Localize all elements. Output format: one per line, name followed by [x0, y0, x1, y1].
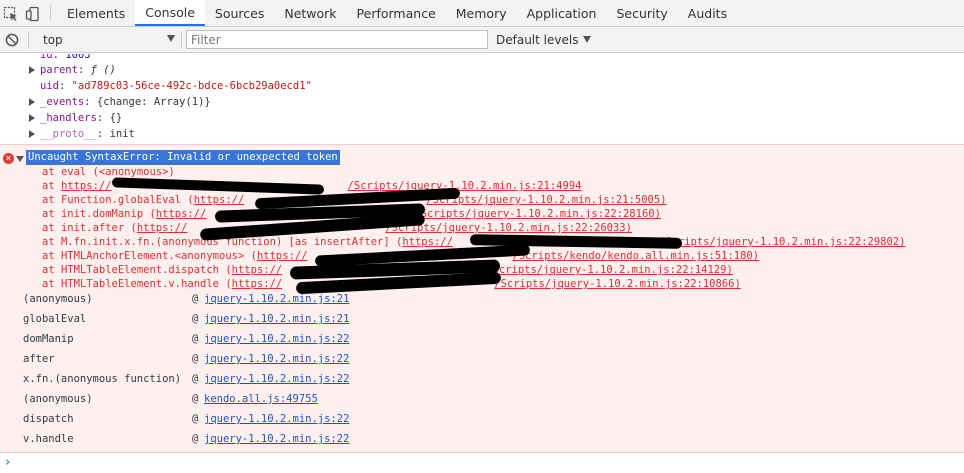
call-frame-link[interactable]: kendo.all.js:49755 [204, 389, 318, 409]
call-frame-link[interactable]: jquery-1.10.2.min.js:22 [204, 349, 349, 369]
context-selector-value: top [43, 32, 63, 47]
console-prompt[interactable]: › [5, 455, 10, 471]
property-parent[interactable]: parent: ƒ () [40, 62, 116, 78]
expand-arrow-icon[interactable] [29, 130, 35, 138]
call-frame-at: @ [192, 413, 199, 425]
expand-arrow-icon[interactable] [29, 114, 35, 122]
console-output[interactable]: id: 1003 parent: ƒ () uid: "ad789c03-56c… [0, 54, 964, 473]
property-proto[interactable]: __proto__: init [40, 126, 135, 142]
tab-memory[interactable]: Memory [446, 0, 517, 26]
call-frame-name: x.fn.(anonymous function) [23, 373, 182, 385]
property-events[interactable]: _events: {change: Array(1)} [40, 94, 211, 110]
log-levels-label: Default levels [496, 32, 579, 47]
dropdown-arrow-icon [583, 36, 592, 43]
property-handlers[interactable]: _handlers: {} [40, 110, 122, 126]
collapse-arrow-icon[interactable] [16, 156, 24, 162]
context-selector[interactable]: top [39, 30, 177, 50]
tab-security[interactable]: Security [606, 0, 677, 26]
error-message: ✕ Uncaught SyntaxError: Invalid or unexp… [0, 144, 964, 453]
call-frame-name: globalEval [23, 313, 87, 325]
tab-application[interactable]: Application [517, 0, 607, 26]
log-levels-dropdown[interactable]: Default levels [496, 32, 592, 47]
call-frame-at: @ [192, 373, 199, 385]
call-frame-at: @ [192, 353, 199, 365]
call-frame-link[interactable]: jquery-1.10.2.min.js:22 [204, 329, 349, 349]
call-frame-at: @ [192, 333, 199, 345]
call-frame-name: after [23, 353, 55, 365]
call-frame-name: dispatch [23, 413, 74, 425]
error-title[interactable]: Uncaught SyntaxError: Invalid or unexpec… [26, 150, 340, 165]
call-frame-link[interactable]: jquery-1.10.2.min.js:22 [204, 369, 349, 389]
error-icon: ✕ [3, 153, 14, 164]
tab-performance[interactable]: Performance [347, 0, 446, 26]
call-frame-at: @ [192, 433, 199, 445]
call-frame-at: @ [192, 293, 199, 305]
expand-arrow-icon[interactable] [29, 66, 35, 74]
call-frame-name: (anonymous) [23, 293, 93, 305]
call-frame-link[interactable]: jquery-1.10.2.min.js:22 [204, 409, 349, 429]
call-frame-name: v.handle [23, 433, 74, 445]
toolbar-divider [181, 30, 182, 49]
expand-arrow-icon[interactable] [29, 98, 35, 106]
tab-audits[interactable]: Audits [678, 0, 737, 26]
call-frame-link[interactable]: jquery-1.10.2.min.js:21 [204, 289, 349, 309]
tab-console[interactable]: Console [135, 0, 205, 26]
dropdown-arrow-icon [167, 34, 175, 42]
call-frame-at: @ [192, 393, 199, 405]
tab-network[interactable]: Network [274, 0, 346, 26]
toolbar-divider [50, 5, 51, 21]
tab-elements[interactable]: Elements [57, 0, 135, 26]
clear-console-icon[interactable] [0, 27, 24, 53]
console-toolbar: top Default levels [0, 27, 964, 53]
tab-sources[interactable]: Sources [205, 0, 274, 26]
toolbar-divider [28, 30, 29, 49]
call-frame-name: (anonymous) [23, 393, 93, 405]
device-toolbar-icon[interactable] [22, 0, 44, 27]
devtools-tab-bar: Elements Console Sources Network Perform… [0, 0, 964, 27]
property-uid: uid: "ad789c03-56ce-492c-bdce-6bcb29a0ec… [40, 80, 312, 92]
call-frame-link[interactable]: jquery-1.10.2.min.js:21 [204, 309, 349, 329]
stack-trace-line: at eval (<anonymous>) [42, 166, 175, 178]
object-properties: id: 1003 parent: ƒ () uid: "ad789c03-56c… [0, 54, 964, 142]
call-frame-at: @ [192, 313, 199, 325]
call-frame-name: domManip [23, 333, 74, 345]
call-frame-link[interactable]: jquery-1.10.2.min.js:22 [204, 429, 349, 449]
inspect-element-icon[interactable] [0, 0, 22, 27]
filter-input[interactable] [186, 30, 488, 49]
